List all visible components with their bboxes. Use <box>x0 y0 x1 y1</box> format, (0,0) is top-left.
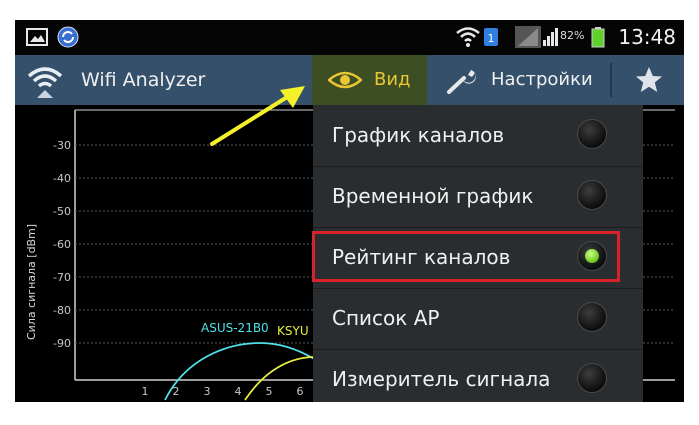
view-menu-label: Вид <box>374 69 411 90</box>
wifi-analyzer-logo-icon <box>27 67 63 98</box>
network-label-asus: ASUS-21B0 <box>201 321 269 335</box>
sim-icon: 1 <box>484 28 498 46</box>
menu-item-channel-graph[interactable]: График каналов <box>313 105 643 167</box>
radio-button[interactable] <box>577 302 607 332</box>
x-tick-label: 1 <box>142 385 149 398</box>
app-title: Wifi Analyzer <box>81 69 206 91</box>
y-tick-label: -90 <box>53 337 71 350</box>
radio-button[interactable] <box>577 363 607 393</box>
x-tick-label: 4 <box>235 385 242 398</box>
y-tick-label: -70 <box>53 271 71 284</box>
menu-item-signal-meter[interactable]: Измеритель сигнала <box>313 349 643 402</box>
phone-screen: 1 82% 13:48 Wifi Analyzer Вид Настройки … <box>15 20 684 402</box>
annotation-arrow-icon <box>210 86 305 146</box>
svg-text:1: 1 <box>488 32 495 45</box>
highlight-box <box>312 231 620 282</box>
battery-icon <box>591 27 605 48</box>
favorite-button[interactable] <box>617 55 684 105</box>
clock: 13:48 <box>618 25 676 49</box>
radio-button[interactable] <box>577 119 607 149</box>
y-tick-label: -50 <box>53 205 71 218</box>
x-tick-label: 5 <box>266 385 273 398</box>
status-bar: 1 82% 13:48 <box>15 20 684 55</box>
x-tick-label: 3 <box>204 385 211 398</box>
menu-item-label: Измеритель сигнала <box>332 367 551 391</box>
menu-item-label: Временной график <box>332 184 534 208</box>
view-menu-button[interactable]: Вид <box>312 55 427 105</box>
star-icon <box>636 67 662 92</box>
signal-icon <box>515 26 541 48</box>
eye-icon <box>328 71 362 89</box>
gallery-icon <box>26 28 48 46</box>
y-tick-label: -40 <box>53 172 71 185</box>
action-bar-divider <box>610 63 612 97</box>
network-label-ksyu: KSYU <box>277 324 309 338</box>
radio-button[interactable] <box>577 180 607 210</box>
y-tick-label: -80 <box>53 304 71 317</box>
menu-item-label: Список AP <box>332 306 440 330</box>
signal-icon <box>543 28 558 46</box>
settings-label: Настройки <box>491 69 593 90</box>
sync-icon <box>57 26 79 48</box>
menu-item-time-graph[interactable]: Временной график <box>313 166 643 228</box>
menu-item-ap-list[interactable]: Список AP <box>313 288 643 350</box>
action-bar: Wifi Analyzer Вид Настройки <box>15 55 684 105</box>
x-tick-label: 6 <box>297 385 304 398</box>
battery-percent: 82% <box>560 29 585 42</box>
y-tick-label: -60 <box>53 238 71 251</box>
menu-item-label: График каналов <box>332 123 505 147</box>
settings-button[interactable]: Настройки <box>429 55 609 105</box>
y-axis-label: Сила сигнала [dBm] <box>25 224 38 340</box>
wifi-icon <box>456 27 480 47</box>
wrench-icon <box>447 70 476 94</box>
y-tick-label: -30 <box>53 139 71 152</box>
